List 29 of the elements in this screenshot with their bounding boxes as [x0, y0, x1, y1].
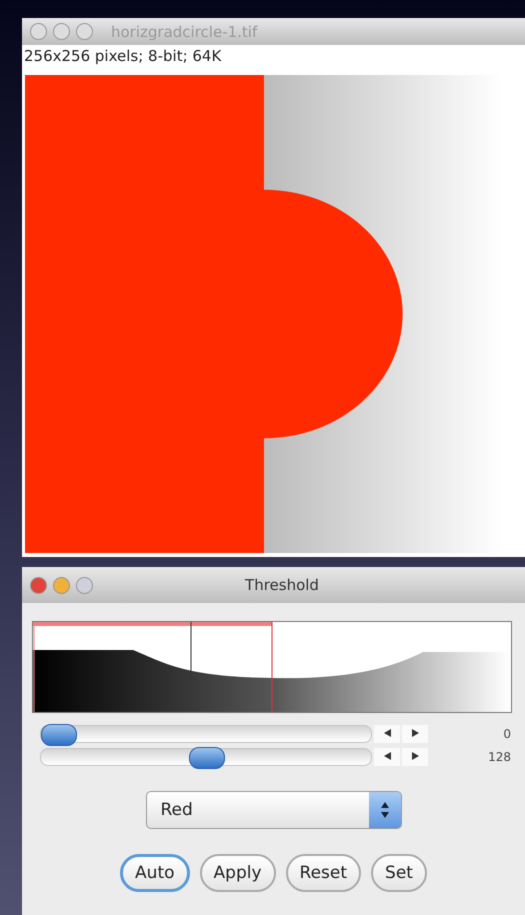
window-title: horizgradcircle-1.tif	[111, 22, 258, 40]
increment-button[interactable]	[402, 725, 428, 743]
decrement-button[interactable]	[374, 748, 400, 766]
up-down-icon	[380, 802, 388, 818]
image-info: 256x256 pixels; 8-bit; 64K	[22, 45, 525, 72]
slider-track[interactable]	[40, 725, 372, 743]
slider-track[interactable]	[40, 748, 372, 766]
slider-thumb[interactable]	[41, 724, 77, 746]
slider-value: 128	[488, 750, 512, 764]
slider-thumb[interactable]	[189, 747, 225, 769]
dialog-button[interactable]: Apply	[200, 854, 276, 892]
slider-value: 0	[503, 727, 512, 741]
right-arrow-icon	[412, 729, 418, 737]
dialog-button[interactable]: Set	[371, 854, 427, 892]
left-arrow-icon	[384, 752, 390, 760]
decrement-button[interactable]	[374, 725, 400, 743]
dialog-button[interactable]: Auto	[120, 854, 190, 892]
window-button[interactable]	[53, 576, 70, 594]
dialog-button[interactable]: Reset	[286, 854, 362, 892]
window-button[interactable]	[76, 23, 93, 40]
window-button[interactable]	[76, 576, 93, 594]
window-button[interactable]	[53, 23, 70, 40]
window-button[interactable]	[30, 23, 47, 40]
left-arrow-icon	[384, 729, 390, 737]
window-button[interactable]	[30, 576, 47, 594]
right-arrow-icon	[412, 752, 418, 760]
increment-button[interactable]	[402, 748, 428, 766]
window-title: Threshold	[244, 576, 320, 594]
channel-dropdown[interactable]: Red	[146, 791, 402, 829]
